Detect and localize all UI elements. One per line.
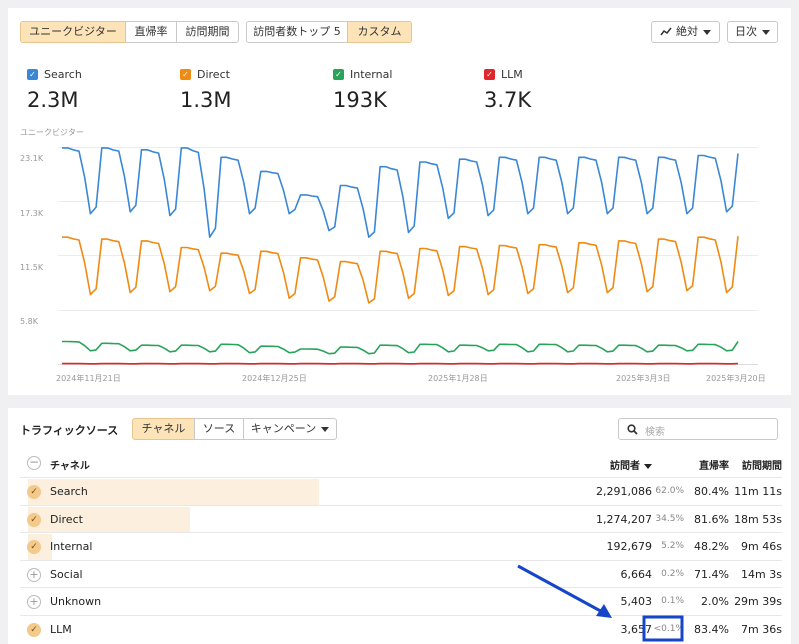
visitors-count: 3,657 xyxy=(620,623,653,636)
table-header: − チャネル 訪問者 直帰率 訪問期間 xyxy=(20,450,782,477)
tab-channel[interactable]: チャネル xyxy=(132,418,195,440)
bounce-rate: 48.2% xyxy=(694,540,729,554)
bounce-rate: 81.6% xyxy=(694,512,729,526)
visitors-count: 192,679 xyxy=(606,540,653,554)
selected-check-icon[interactable]: ✓ xyxy=(27,623,41,637)
visit-duration: 18m 53s xyxy=(734,512,782,526)
table-row[interactable]: + Social 6,664 0.2% 71.4% 14m 3s xyxy=(20,559,782,588)
header-channel: チャネル xyxy=(50,461,90,472)
visitors-percent: 34.5% xyxy=(655,513,684,524)
table-row[interactable]: ✓ Search 2,291,086 62.0% 80.4% 11m 11s xyxy=(20,477,782,505)
x-tick-label: 2025年3月3日 xyxy=(616,374,671,383)
sort-desc-icon xyxy=(644,463,652,469)
traffic-chart-panel: ユニークビジター 直帰率 訪問期間 訪問者数トップ 5 カスタム 絶対 日次 ✓… xyxy=(8,8,791,395)
x-tick-label: 2025年3月20日 xyxy=(706,374,766,383)
channel-name: Social xyxy=(50,567,83,581)
table-row[interactable]: ✓ Direct 1,274,207 34.5% 81.6% 18m 53s xyxy=(20,504,782,533)
traffic-sources-panel: トラフィックソース チャネル ソース キャンペーン 検索 − チャネル 訪問者 … xyxy=(8,408,791,644)
visitors-percent: 5.2% xyxy=(661,541,684,552)
search-placeholder: 検索 xyxy=(645,427,665,438)
tab-campaign-label: キャンペーン xyxy=(250,422,317,435)
visitors-percent: 0.1% xyxy=(661,596,684,607)
x-tick-label: 2025年1月28日 xyxy=(428,374,488,383)
channel-name: Internal xyxy=(50,540,93,554)
table-row[interactable]: ✓ LLM 3,657 <0.1% 83.4% 7m 36s xyxy=(20,615,782,643)
selected-check-icon[interactable]: ✓ xyxy=(27,485,41,499)
visitors-percent: 62.0% xyxy=(655,486,684,496)
tab-source[interactable]: ソース xyxy=(194,418,244,440)
bounce-rate: 80.4% xyxy=(694,485,729,498)
header-visitors[interactable]: 訪問者 xyxy=(610,457,652,472)
visitors-percent: 0.2% xyxy=(661,568,684,579)
bounce-rate: 83.4% xyxy=(694,623,729,636)
series-line-internal xyxy=(62,340,739,355)
visit-duration: 11m 11s xyxy=(734,485,782,498)
visit-duration: 14m 3s xyxy=(741,567,782,581)
tab-campaign[interactable]: キャンペーン xyxy=(243,418,337,440)
channel-name: Search xyxy=(50,485,88,498)
series-line-direct xyxy=(62,236,739,304)
visitors-count: 6,664 xyxy=(620,567,653,581)
search-icon xyxy=(627,424,638,435)
series-line-search xyxy=(62,147,739,238)
visitors-count: 2,291,086 xyxy=(596,485,652,498)
search-input[interactable]: 検索 xyxy=(618,418,778,440)
x-tick-label: 2024年12月25日 xyxy=(242,374,307,383)
add-plus-icon[interactable]: + xyxy=(27,567,41,582)
visit-duration: 9m 46s xyxy=(741,540,782,554)
visit-duration: 29m 39s xyxy=(734,595,782,609)
bounce-rate: 71.4% xyxy=(694,567,729,581)
visitors-percent: <0.1% xyxy=(653,624,684,634)
visit-duration: 7m 36s xyxy=(741,623,782,636)
channel-name: Direct xyxy=(50,512,83,526)
table-row[interactable]: + Unknown 5,403 0.1% 2.0% 29m 39s xyxy=(20,587,782,615)
table-row[interactable]: ✓ Internal 192,679 5.2% 48.2% 9m 46s xyxy=(20,532,782,561)
header-visitors-label: 訪問者 xyxy=(610,461,640,472)
section-title: トラフィックソース xyxy=(20,424,119,437)
chevron-down-icon xyxy=(321,426,330,432)
visitors-count: 5,403 xyxy=(620,595,653,609)
x-tick-label: 2024年11月21日 xyxy=(56,374,121,383)
channel-name: LLM xyxy=(50,623,72,636)
header-bounce[interactable]: 直帰率 xyxy=(699,457,729,472)
add-plus-icon[interactable]: + xyxy=(27,595,41,610)
selected-check-icon[interactable]: ✓ xyxy=(27,512,41,527)
header-duration[interactable]: 訪問期間 xyxy=(742,457,782,472)
collapse-all-icon[interactable]: − xyxy=(27,456,41,470)
channel-name: Unknown xyxy=(50,595,102,609)
bounce-rate: 2.0% xyxy=(701,595,729,609)
visitors-count: 1,274,207 xyxy=(596,512,652,526)
line-chart xyxy=(62,147,739,365)
